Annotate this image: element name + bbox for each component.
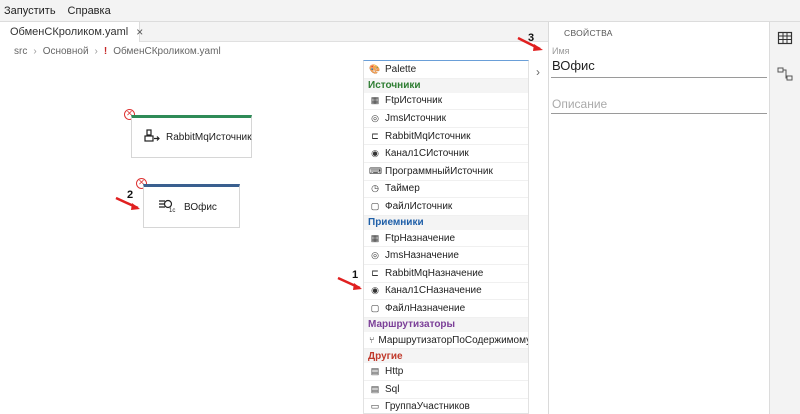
http-icon: ▤	[370, 366, 380, 377]
category-routers: Маршрутизаторы	[364, 317, 528, 332]
category-other: Другие	[364, 349, 528, 364]
item-label: FtpИсточник	[385, 95, 443, 107]
item-label: Http	[385, 366, 404, 378]
palette-item-group[interactable]: ▭ ГруппаУчастников	[364, 399, 528, 414]
node-office-dest[interactable]: 1c ВОфис	[143, 184, 240, 228]
jms-icon: ◎	[371, 250, 379, 261]
palette-item-file-dest[interactable]: ▢ ФайлНазначение	[364, 300, 528, 318]
palette-item-ftp-source[interactable]: ▦ FtpИсточник	[364, 93, 528, 111]
description-underline	[551, 113, 767, 114]
item-label: JmsИсточник	[385, 112, 447, 124]
warning-icon: !	[103, 45, 108, 57]
ftp-icon: ▦	[370, 232, 380, 243]
file-icon: ▢	[370, 200, 380, 211]
editor-tab-bar: ОбменСКроликом.yaml ×	[0, 22, 550, 42]
name-label: Имя	[552, 46, 570, 56]
breadcrumb-main[interactable]: Основной	[43, 46, 89, 57]
router-icon: ⑂	[369, 335, 375, 346]
item-label: Канал1СИсточник	[385, 148, 469, 160]
flow-connections-icon[interactable]	[777, 66, 793, 82]
right-toolbar	[769, 22, 800, 414]
palette-item-rabbitmq-source[interactable]: ⊏ RabbitMqИсточник	[364, 128, 528, 146]
flow-canvas[interactable]: ✕ RabbitMqИсточник ✕ 1c ВОфис 2 1	[0, 60, 362, 414]
tab-file[interactable]: ОбменСКроликом.yaml ×	[0, 22, 143, 42]
item-label: ФайлИсточник	[385, 200, 453, 212]
palette-item-program-source[interactable]: ⌨ ПрограммныйИсточник	[364, 163, 528, 181]
menu-bar: Запустить Справка	[0, 0, 800, 22]
group-icon: ▭	[370, 401, 380, 412]
properties-panel: СВОЙСТВА Имя ВОфис Описание 3	[517, 22, 769, 414]
palette-header: 🎨 Palette	[364, 61, 528, 79]
palette-item-jms-source[interactable]: ◎ JmsИсточник	[364, 110, 528, 128]
palette-header-label: Palette	[385, 63, 417, 75]
chevron-right-icon: ›	[33, 45, 37, 57]
properties-title: СВОЙСТВА	[564, 28, 613, 38]
palette-item-timer[interactable]: ◷ Таймер	[364, 181, 528, 199]
table-icon[interactable]	[777, 30, 793, 46]
palette-item-1c-source[interactable]: ◉ Канал1СИсточник	[364, 145, 528, 163]
item-label: RabbitMqИсточник	[385, 130, 471, 142]
item-label: ФайлНазначение	[385, 302, 466, 314]
palette-item-sql[interactable]: ▤ Sql	[364, 381, 528, 399]
palette-item-jms-dest[interactable]: ◎ JmsНазначение	[364, 247, 528, 265]
node-label: RabbitMqИсточник	[166, 132, 252, 143]
palette-item-ftp-dest[interactable]: ▦ FtpНазначение	[364, 230, 528, 248]
menu-run[interactable]: Запустить	[4, 5, 56, 17]
category-sources: Источники	[364, 78, 528, 93]
tab-label: ОбменСКроликом.yaml	[10, 26, 129, 38]
annotation-arrow-icon	[517, 36, 543, 51]
palette-item-http[interactable]: ▤ Http	[364, 363, 528, 381]
jms-icon: ◎	[371, 112, 379, 123]
program-icon: ⌨	[369, 165, 382, 176]
category-destinations: Приемники	[364, 215, 528, 230]
name-underline	[551, 77, 767, 78]
node-label: ВОфис	[184, 201, 217, 213]
ftp-icon: ▦	[370, 95, 380, 106]
sql-icon: ▤	[370, 383, 380, 394]
collapse-palette-chevron-right-icon[interactable]: ›	[530, 64, 546, 80]
annotation-arrow-icon	[115, 196, 140, 210]
rabbitmq-source-icon	[144, 128, 160, 147]
palette-item-rabbitmq-dest[interactable]: ⊏ RabbitMqНазначение	[364, 265, 528, 283]
name-field[interactable]: ВОфис	[552, 58, 595, 73]
item-label: Таймер	[385, 183, 420, 195]
palette-item-content-router[interactable]: ⑂ МаршрутизаторПоСодержимому	[364, 332, 528, 350]
item-label: МаршрутизаторПоСодержимому	[378, 334, 529, 346]
item-label: FtpНазначение	[385, 232, 456, 244]
item-label: ПрограммныйИсточник	[385, 165, 493, 177]
palette-icon: 🎨	[369, 63, 381, 74]
rabbitmq-icon: ⊏	[371, 267, 379, 278]
clock-icon: ◷	[371, 183, 379, 194]
file-icon: ▢	[370, 302, 380, 313]
breadcrumb-file[interactable]: ОбменСКроликом.yaml	[113, 46, 220, 57]
item-label: Sql	[385, 383, 400, 395]
breadcrumb: src › Основной › ! ОбменСКроликом.yaml	[0, 42, 360, 60]
component-palette: 🎨 Palette Источники ▦ FtpИсточник ◎ JmsИст…	[363, 60, 529, 414]
annotation-arrow-icon	[337, 276, 362, 290]
item-label: JmsНазначение	[385, 250, 459, 262]
chevron-right-icon: ›	[94, 45, 98, 57]
item-label: ГруппаУчастников	[385, 401, 470, 413]
item-label: Канал1СНазначение	[385, 285, 482, 297]
description-field[interactable]: Описание	[552, 97, 607, 111]
svg-text:1c: 1c	[169, 208, 175, 213]
palette-item-1c-dest[interactable]: ◉ Канал1СНазначение	[364, 283, 528, 301]
item-label: RabbitMqНазначение	[385, 267, 484, 279]
rabbitmq-icon: ⊏	[371, 130, 379, 141]
menu-help[interactable]: Справка	[68, 5, 111, 17]
close-icon[interactable]: ×	[136, 25, 143, 39]
1c-destination-icon: 1c	[156, 199, 178, 216]
1c-icon: ◉	[371, 148, 379, 159]
1c-icon: ◉	[371, 285, 379, 296]
node-rabbitmq-source[interactable]: RabbitMqИсточник	[131, 115, 252, 158]
breadcrumb-src[interactable]: src	[14, 46, 27, 57]
palette-item-file-source[interactable]: ▢ ФайлИсточник	[364, 198, 528, 216]
